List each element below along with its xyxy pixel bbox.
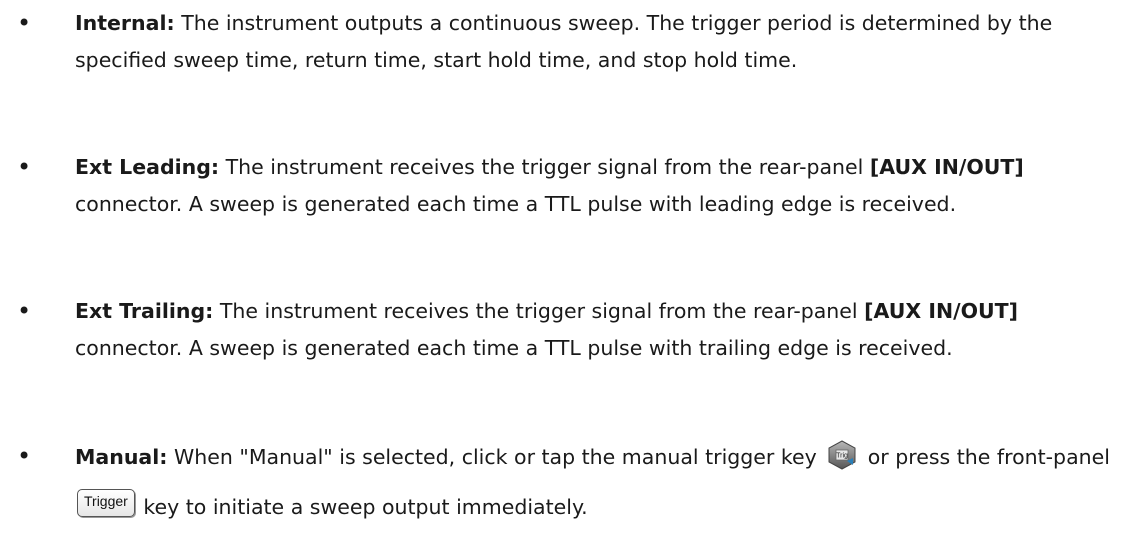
document: • Internal: The instrument outputs a con… <box>0 0 1122 541</box>
item-text: Ext Trailing: The instrument receives th… <box>75 293 1115 367</box>
item-description-start: The instrument receives the trigger sign… <box>213 299 865 323</box>
bullet: • <box>17 9 32 37</box>
trigger-soft-key-icon: Trig <box>828 440 856 470</box>
bullet: • <box>17 442 32 470</box>
item-description-end: key to initiate a sweep output immediate… <box>136 495 588 519</box>
bullet: • <box>17 153 32 181</box>
item-label: Ext Leading: <box>75 155 220 179</box>
item-text: Ext Leading: The instrument receives the… <box>75 149 1115 223</box>
item-description: The instrument outputs a continuous swee… <box>75 11 1053 72</box>
item-description-middle: or press the front-panel <box>861 445 1110 469</box>
item-text: Manual: When "Manual" is selected, click… <box>75 432 1115 532</box>
bullet: • <box>17 297 32 325</box>
item-label: Internal: <box>75 11 175 35</box>
item-label: Manual: <box>75 445 168 469</box>
trig-icon-text: Trig <box>836 453 848 460</box>
connector-name: [AUX IN/OUT] <box>864 299 1019 323</box>
trigger-front-panel-key-icon: Trigger <box>77 489 135 517</box>
item-label: Ext Trailing: <box>75 299 214 323</box>
item-description-end: connector. A sweep is generated each tim… <box>75 192 957 216</box>
connector-name: [AUX IN/OUT] <box>869 155 1024 179</box>
item-description-end: connector. A sweep is generated each tim… <box>75 336 953 360</box>
item-description-start: When "Manual" is selected, click or tap … <box>167 445 824 469</box>
item-text: Internal: The instrument outputs a conti… <box>75 5 1115 79</box>
item-description-start: The instrument receives the trigger sign… <box>219 155 870 179</box>
